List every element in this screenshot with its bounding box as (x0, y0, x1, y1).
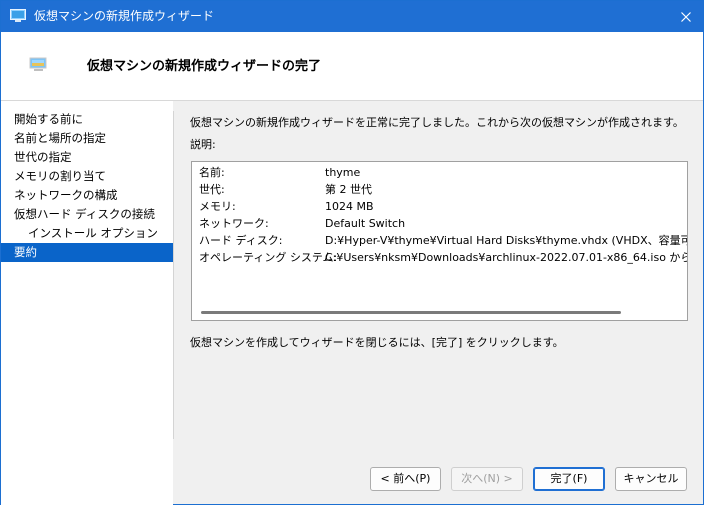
intro-text: 仮想マシンの新規作成ウィザードを正常に完了しました。これから次の仮想マシンが作成… (190, 116, 684, 129)
scrollbar-thumb[interactable] (201, 311, 621, 314)
description-label: 説明: (190, 138, 216, 151)
window-title: 仮想マシンの新規作成ウィザード (34, 9, 215, 23)
summary-row-operating-system: オペレーティング システム: C:¥Users¥nksm¥Downloads¥a… (199, 251, 687, 264)
summary-row-hard-disk: ハード ディスク: D:¥Hyper-V¥thyme¥Virtual Hard … (199, 234, 688, 247)
sidebar-item-before-you-begin[interactable]: 開始する前に (1, 110, 173, 129)
summary-row-name: 名前: thyme (199, 166, 361, 179)
page-title: 仮想マシンの新規作成ウィザードの完了 (87, 59, 322, 74)
sidebar-item-generation[interactable]: 世代の指定 (1, 148, 173, 167)
next-button[interactable]: 次へ(N) > (451, 467, 523, 491)
sidebar-item-name-location[interactable]: 名前と場所の指定 (1, 129, 173, 148)
close-window-button[interactable] (669, 1, 703, 32)
title-bar[interactable]: 仮想マシンの新規作成ウィザード (1, 1, 703, 32)
summary-row-memory: メモリ: 1024 MB (199, 200, 374, 213)
hyper-v-app-icon (10, 9, 26, 23)
summary-panel: 仮想マシンの新規作成ウィザードを正常に完了しました。これから次の仮想マシンが作成… (174, 101, 703, 446)
sidebar-item-installation-options[interactable]: インストール オプション (1, 224, 173, 243)
closing-instruction: 仮想マシンを作成してウィザードを閉じるには、[完了] をクリックします。 (190, 336, 564, 349)
summary-listbox[interactable]: 名前: thyme 世代: 第 2 世代 メモリ: 1024 MB ネットワーク… (191, 161, 688, 321)
sidebar-item-virtual-hard-disk[interactable]: 仮想ハード ディスクの接続 (1, 205, 173, 224)
summary-row-network: ネットワーク: Default Switch (199, 217, 406, 230)
cancel-button[interactable]: キャンセル (615, 467, 687, 491)
horizontal-scrollbar[interactable] (192, 303, 687, 320)
back-button[interactable]: < 前へ(P) (370, 467, 441, 491)
sidebar-item-memory[interactable]: メモリの割り当て (1, 167, 173, 186)
wizard-header: 仮想マシンの新規作成ウィザードの完了 (1, 32, 703, 101)
summary-row-generation: 世代: 第 2 世代 (199, 183, 372, 196)
wizard-steps-sidebar: 開始する前に 名前と場所の指定 世代の指定 メモリの割り当て ネットワークの構成… (1, 101, 173, 505)
sidebar-item-networking[interactable]: ネットワークの構成 (1, 186, 173, 205)
sidebar-item-summary[interactable]: 要約 (1, 243, 173, 262)
monitor-icon (29, 56, 49, 74)
close-icon (681, 11, 691, 22)
wizard-window: 仮想マシンの新規作成ウィザード 仮想マシンの新規作成ウィザードの完了 開始する前… (0, 0, 704, 505)
finish-button[interactable]: 完了(F) (533, 467, 605, 491)
